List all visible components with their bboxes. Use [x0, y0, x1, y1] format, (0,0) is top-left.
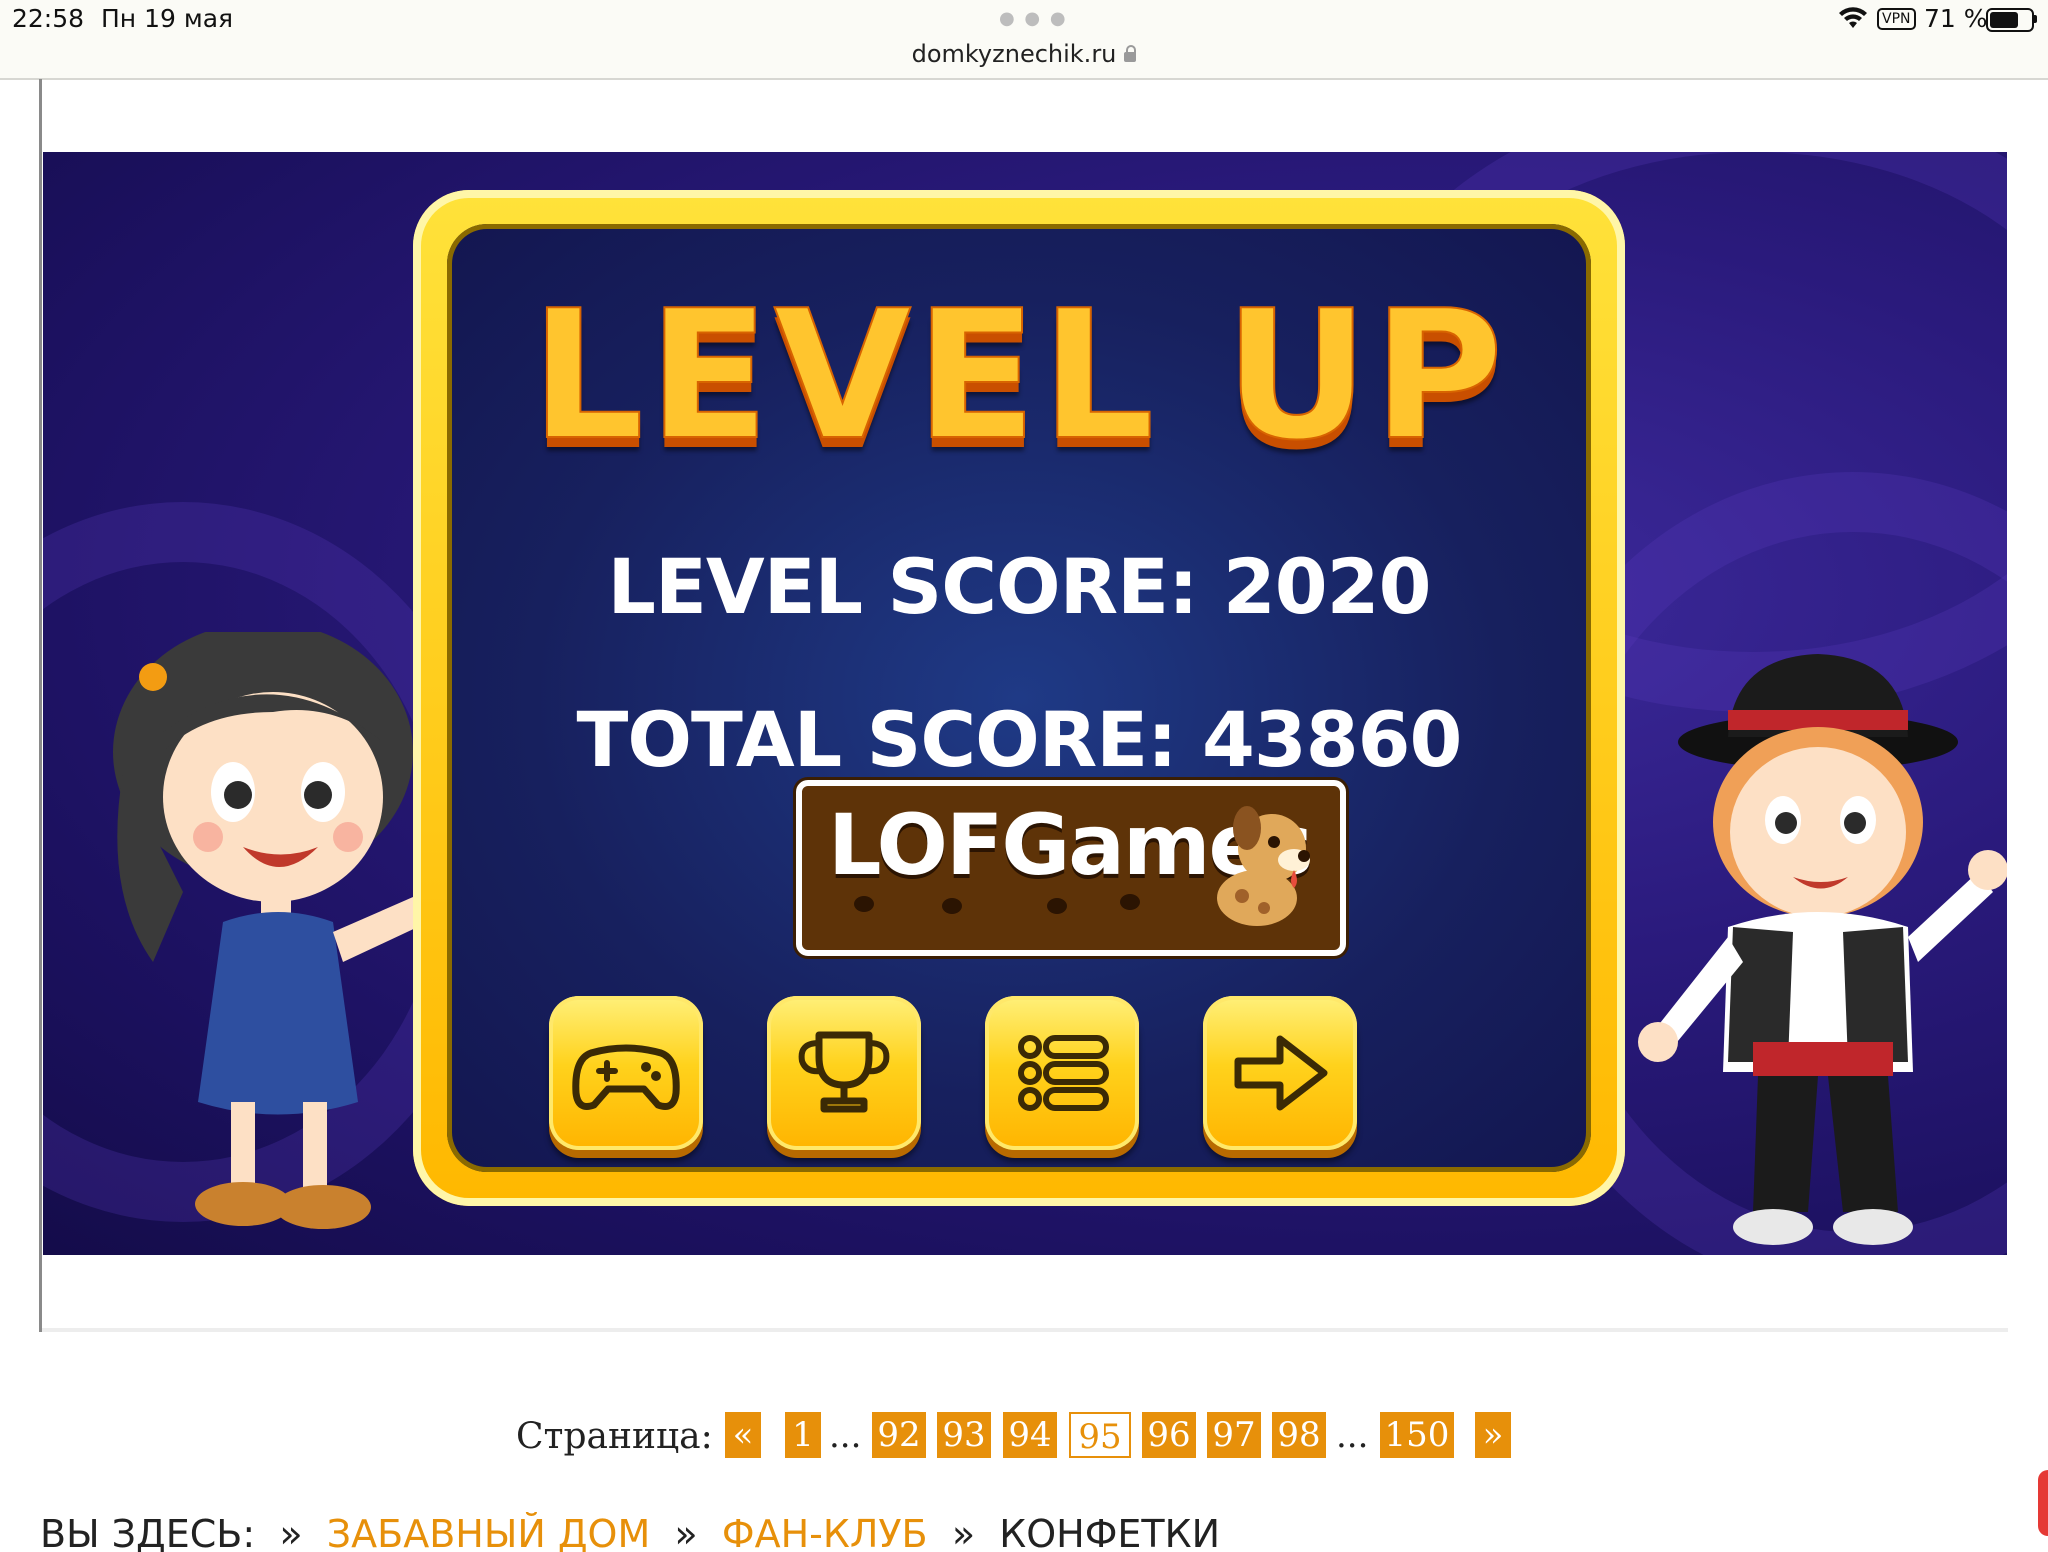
pagination-page[interactable]: 98	[1272, 1412, 1326, 1458]
breadcrumb-current: КОНФЕТКИ	[999, 1512, 1221, 1552]
status-bar: 22:58 Пн 19 мая ● ● ● domkyznechik.ru VP…	[0, 0, 2048, 80]
level-score: LEVEL SCORE: 2020	[607, 542, 1432, 631]
side-feedback-tab[interactable]	[2038, 1470, 2048, 1536]
pagination-page[interactable]: 1	[785, 1412, 821, 1458]
dog-mascot-icon	[1217, 806, 1310, 926]
battery-level	[1990, 12, 2018, 28]
breadcrumb-prefix: ВЫ ЗДЕСЬ:	[40, 1512, 256, 1552]
pagination-ellipsis: ...	[829, 1416, 862, 1456]
game-screenshot: LEVEL UP LEVEL SCORE: 2020 TOTAL SCORE: …	[43, 152, 2007, 1255]
content-divider	[42, 1328, 2008, 1332]
level-up-title: LEVEL UP	[530, 271, 1508, 480]
battery-percent: 71 %	[1924, 4, 1988, 33]
next-level-button[interactable]	[1203, 996, 1357, 1150]
pagination-label: Страница:	[516, 1416, 713, 1457]
lofgames-logo: LOFGames	[796, 780, 1346, 956]
arrow-right-icon	[1234, 1035, 1328, 1111]
pagination-page[interactable]: 94	[1003, 1412, 1057, 1458]
pagination-page[interactable]: 150	[1380, 1412, 1454, 1458]
battery-icon	[1986, 8, 2034, 32]
pagination-ellipsis: ...	[1336, 1416, 1369, 1456]
boy-character-illustration	[1638, 654, 2007, 1245]
breadcrumb-link[interactable]: ЗАБАВНЫЙ ДОМ	[327, 1512, 650, 1552]
breadcrumb-link[interactable]: ФАН-КЛУБ	[722, 1512, 928, 1552]
trophy-icon	[798, 1031, 890, 1113]
status-date: Пн 19 мая	[101, 4, 234, 33]
wifi-icon	[1839, 7, 1867, 28]
list-icon	[1018, 1035, 1109, 1111]
total-score: TOTAL SCORE: 43860	[576, 695, 1463, 784]
paw-print-icon	[1120, 894, 1140, 910]
pagination-page[interactable]: 96	[1142, 1412, 1196, 1458]
paw-print-icon	[942, 898, 962, 914]
play-games-button[interactable]	[549, 996, 703, 1150]
lock-icon	[1124, 45, 1137, 62]
pagination-next[interactable]: »	[1475, 1412, 1511, 1458]
status-time: 22:58	[12, 4, 85, 33]
pagination-page[interactable]: 97	[1207, 1412, 1261, 1458]
pagination-current-page: 95	[1069, 1412, 1131, 1458]
breadcrumb: ВЫ ЗДЕСЬ: » ЗАБАВНЫЙ ДОМ » ФАН-КЛУБ » КО…	[40, 1512, 1340, 1552]
url-text: domkyznechik.ru	[911, 40, 1117, 68]
gamepad-icon	[572, 1044, 680, 1110]
paw-print-icon	[1047, 898, 1067, 914]
paw-print-icon	[854, 896, 874, 912]
level-up-panel: LEVEL UP LEVEL SCORE: 2020 TOTAL SCORE: …	[413, 190, 1625, 1206]
pagination-page[interactable]: 92	[872, 1412, 926, 1458]
multitask-dots-icon[interactable]: ● ● ●	[999, 8, 1068, 29]
pagination-prev[interactable]: «	[725, 1412, 761, 1458]
pagination-page[interactable]: 93	[937, 1412, 991, 1458]
address-bar[interactable]: domkyznechik.ru	[0, 40, 2048, 68]
vpn-badge: VPN	[1877, 8, 1916, 30]
menu-list-button[interactable]	[985, 996, 1139, 1150]
pagination: Страница: « 1 ... 92 93 94 95 96 97 98 .…	[0, 1412, 2048, 1462]
trophy-button[interactable]	[767, 996, 921, 1150]
content-left-border	[39, 79, 42, 1332]
battery-tip	[2034, 15, 2037, 23]
